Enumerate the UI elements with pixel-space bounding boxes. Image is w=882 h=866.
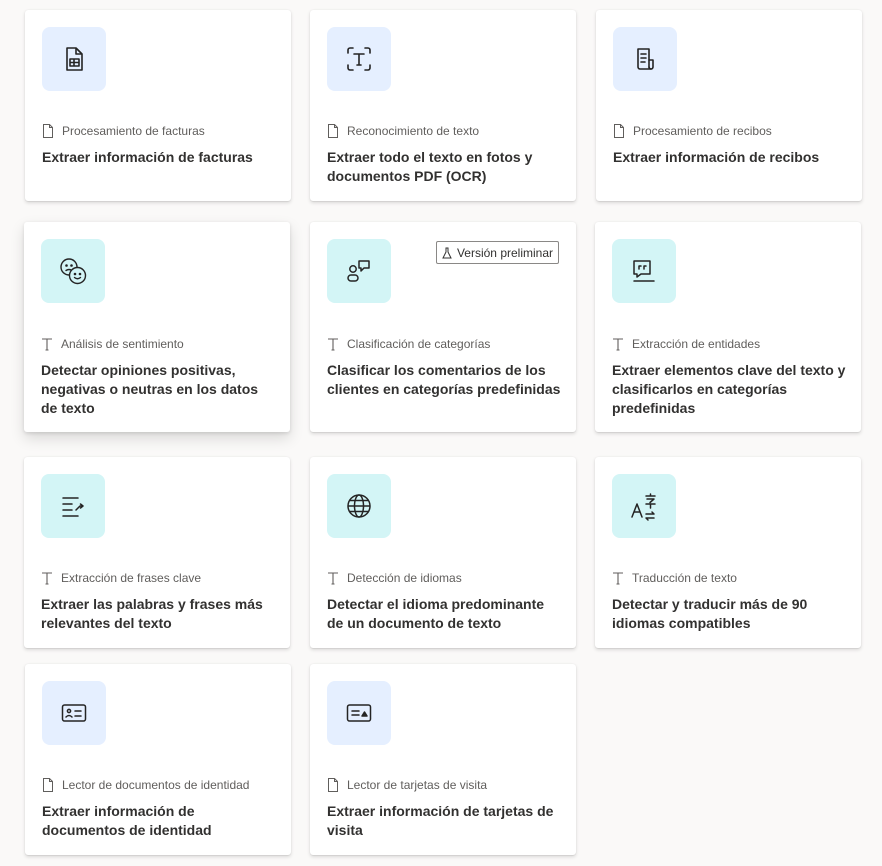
translate-icon xyxy=(612,474,676,538)
card-title: Extraer elementos clave del texto y clas… xyxy=(612,362,846,416)
card-title: Detectar y traducir más de 90 idiomas co… xyxy=(612,596,808,631)
preview-badge: Versión preliminar xyxy=(435,241,559,264)
card-language-detection[interactable]: Detección de idiomas Detectar el idioma … xyxy=(310,457,576,648)
card-title: Detectar el idioma predominante de un do… xyxy=(327,596,545,631)
card-invoice-processing[interactable]: Procesamiento de facturas Extraer inform… xyxy=(25,10,291,201)
card-business-card-reader[interactable]: Lector de tarjetas de visita Extraer inf… xyxy=(310,664,576,855)
text-recognition-icon xyxy=(327,27,391,91)
card-text-recognition[interactable]: Reconocimiento de texto Extraer todo el … xyxy=(310,10,576,201)
globe-icon xyxy=(327,474,391,538)
document-icon xyxy=(327,778,339,792)
card-category: Lector de documentos de identidad xyxy=(42,778,249,792)
card-category: Reconocimiento de texto xyxy=(327,124,479,138)
card-title: Extraer información de facturas xyxy=(42,149,253,165)
card-category-classification[interactable]: Versión preliminar Clasificación de cate… xyxy=(310,222,576,432)
text-type-icon xyxy=(41,571,53,585)
card-id-document-reader[interactable]: Lector de documentos de identidad Extrae… xyxy=(25,664,291,855)
card-title: Extraer las palabras y frases más releva… xyxy=(41,596,263,631)
key-phrase-icon xyxy=(41,474,105,538)
sentiment-icon xyxy=(41,239,105,303)
text-type-icon xyxy=(612,337,624,351)
invoice-icon xyxy=(42,27,106,91)
card-title: Extraer información de recibos xyxy=(613,149,820,165)
flask-icon xyxy=(442,247,452,258)
card-category: Análisis de sentimiento xyxy=(41,337,184,351)
card-category: Clasificación de categorías xyxy=(327,337,490,351)
card-category: Lector de tarjetas de visita xyxy=(327,778,487,792)
document-icon xyxy=(42,124,54,138)
card-text-translation[interactable]: Traducción de texto Detectar y traducir … xyxy=(595,457,861,648)
card-title: Extraer información de tarjetas de visit… xyxy=(327,803,554,838)
card-category: Extracción de frases clave xyxy=(41,571,201,585)
text-type-icon xyxy=(41,337,53,351)
entity-extraction-icon xyxy=(612,239,676,303)
business-card-icon xyxy=(327,681,391,745)
card-title: Clasificar los comentarios de los client… xyxy=(327,362,561,397)
category-classification-icon xyxy=(327,239,391,303)
document-icon xyxy=(613,124,625,138)
document-icon xyxy=(42,778,54,792)
card-receipt-processing[interactable]: Procesamiento de recibos Extraer informa… xyxy=(596,10,862,201)
text-type-icon xyxy=(327,337,339,351)
id-card-icon xyxy=(42,681,106,745)
card-title: Extraer todo el texto en fotos y documen… xyxy=(327,149,533,184)
text-type-icon xyxy=(327,571,339,585)
card-category: Traducción de texto xyxy=(612,571,737,585)
card-category: Detección de idiomas xyxy=(327,571,462,585)
card-title: Extraer información de documentos de ide… xyxy=(42,803,212,838)
card-title: Detectar opiniones positivas, negativas … xyxy=(41,362,259,416)
receipt-icon xyxy=(613,27,677,91)
card-category: Procesamiento de facturas xyxy=(42,124,205,138)
document-icon xyxy=(327,124,339,138)
card-category: Extracción de entidades xyxy=(612,337,760,351)
card-entity-extraction[interactable]: Extracción de entidades Extraer elemento… xyxy=(595,222,861,432)
card-sentiment-analysis[interactable]: Análisis de sentimiento Detectar opinion… xyxy=(24,222,290,432)
card-key-phrase-extraction[interactable]: Extracción de frases clave Extraer las p… xyxy=(24,457,290,648)
card-category: Procesamiento de recibos xyxy=(613,124,772,138)
text-type-icon xyxy=(612,571,624,585)
